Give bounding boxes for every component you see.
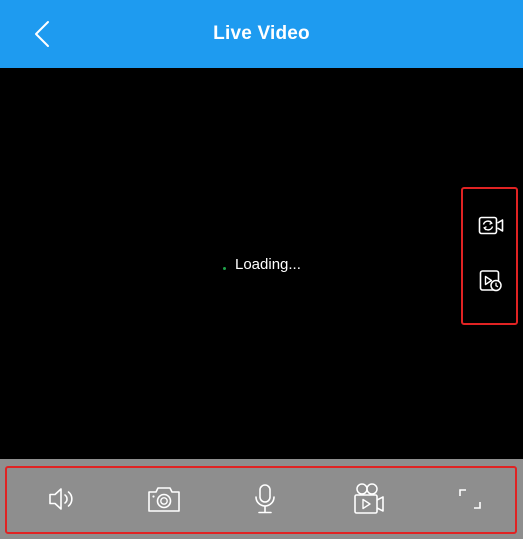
- switch-camera-icon: [478, 215, 504, 237]
- fullscreen-button[interactable]: [450, 480, 490, 518]
- record-video-icon: [352, 482, 386, 516]
- speaker-icon: [47, 486, 77, 512]
- playback-icon: [479, 269, 503, 293]
- page-title: Live Video: [213, 23, 310, 44]
- switch-camera-button[interactable]: [477, 212, 505, 240]
- speaker-button[interactable]: [42, 480, 82, 518]
- spinner-icon: [223, 266, 226, 270]
- loading-text: Loading...: [235, 256, 301, 273]
- side-controls-panel: [461, 187, 518, 325]
- loading-indicator: Loading...: [223, 256, 301, 273]
- microphone-icon: [253, 483, 277, 515]
- snapshot-button[interactable]: [144, 480, 184, 518]
- snapshot-camera-icon: [146, 485, 182, 513]
- back-button[interactable]: [26, 14, 58, 54]
- bottom-toolbar: [0, 459, 523, 539]
- chevron-left-icon: [34, 20, 50, 48]
- playback-button[interactable]: [477, 267, 505, 295]
- header-bar: Live Video: [0, 0, 523, 68]
- fullscreen-icon: [457, 487, 483, 511]
- live-video-view[interactable]: Loading...: [0, 68, 523, 459]
- microphone-button[interactable]: [245, 480, 285, 518]
- record-video-button[interactable]: [349, 480, 389, 518]
